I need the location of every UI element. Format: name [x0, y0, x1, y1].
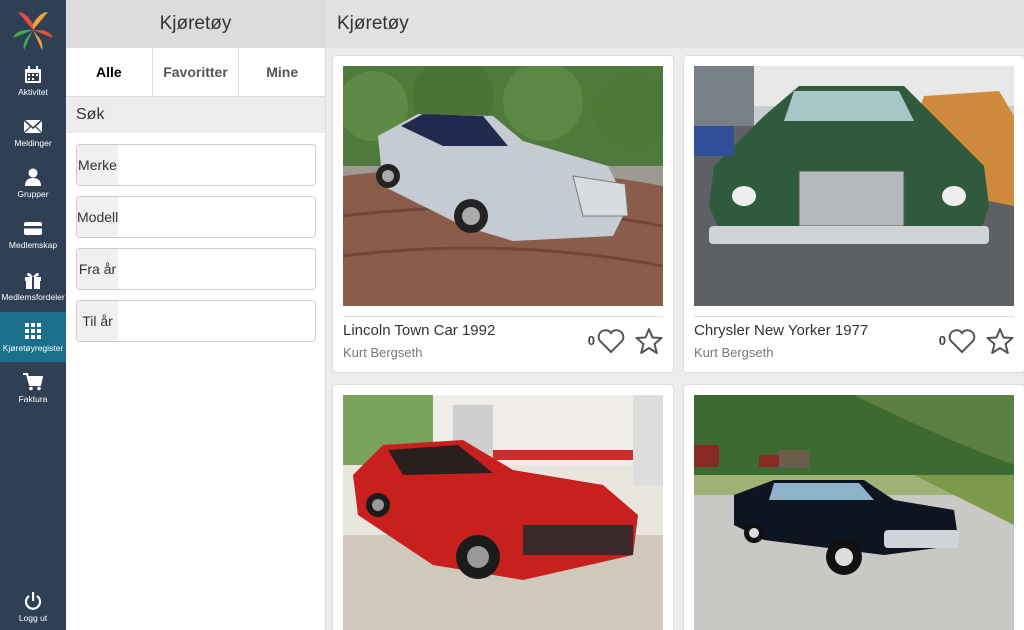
- nav-label: Kjøretøyregister: [2, 342, 64, 353]
- like-count: 0: [587, 333, 595, 348]
- vehicle-title: Lincoln Town Car 1992: [343, 322, 496, 339]
- main-nav: Aktivitet Meldinger Grupper Medlemskap M…: [0, 0, 66, 630]
- fra-ar-field: Fra år: [76, 248, 316, 290]
- vehicle-owner: Kurt Bergseth: [694, 345, 774, 360]
- vehicle-card[interactable]: Lincoln Town Car 1992 Kurt Bergseth 0: [332, 55, 674, 373]
- nav-item-medlemskap[interactable]: Medlemskap: [0, 209, 66, 259]
- nav-label: Aktivitet: [18, 86, 48, 97]
- power-icon: [24, 591, 42, 610]
- logo: [13, 12, 53, 50]
- vehicle-photo: [343, 66, 663, 306]
- panel-title: Kjøretøy: [66, 0, 325, 48]
- vehicle-card[interactable]: Chrysler New Yorker 1977 Kurt Bergseth 0: [683, 55, 1024, 373]
- vehicle-owner: Kurt Bergseth: [343, 345, 423, 360]
- merke-field: Merke: [76, 144, 316, 186]
- nav-item-grupper[interactable]: Grupper: [0, 158, 66, 208]
- heart-icon[interactable]: [948, 328, 976, 354]
- vehicle-title: Chrysler New Yorker 1977: [694, 322, 869, 339]
- page-title: Kjøretøy: [326, 0, 1024, 48]
- nav-label: Meldinger: [14, 137, 52, 148]
- nav-label: Medlemsfordeler: [1, 291, 65, 302]
- vehicle-photo: [343, 395, 663, 630]
- tab-favoritter[interactable]: Favoritter: [153, 48, 240, 96]
- merke-input[interactable]: [118, 145, 315, 185]
- vehicle-photo: [694, 66, 1014, 306]
- filter-tabs: Alle Favoritter Mine: [66, 48, 325, 97]
- modell-label: Modell: [77, 197, 119, 237]
- fra-ar-input[interactable]: [118, 249, 315, 289]
- calendar-icon: [25, 65, 41, 83]
- nav-label: Medlemskap: [8, 239, 58, 250]
- nav-label: Grupper: [17, 188, 49, 199]
- card-divider: [694, 316, 1014, 317]
- tab-mine[interactable]: Mine: [239, 48, 325, 96]
- grid-icon: [25, 322, 41, 339]
- person-icon: [25, 168, 41, 186]
- fra-ar-label: Fra år: [77, 249, 118, 289]
- nav-item-medlemsfordeler[interactable]: Medlemsfordeler: [0, 261, 66, 311]
- modell-field: Modell: [76, 196, 316, 238]
- star-icon[interactable]: [635, 327, 663, 355]
- card-icon: [24, 221, 42, 235]
- search-heading: Søk: [66, 97, 325, 133]
- cart-icon: [23, 372, 43, 390]
- til-ar-input[interactable]: [118, 301, 315, 341]
- til-ar-label: Til år: [77, 301, 118, 341]
- tab-alle[interactable]: Alle: [66, 48, 153, 96]
- nav-item-aktivitet[interactable]: Aktivitet: [0, 56, 66, 106]
- vehicle-card[interactable]: [332, 384, 674, 630]
- logout-label: Logg ut: [18, 612, 48, 623]
- heart-icon[interactable]: [597, 328, 625, 354]
- vehicle-photo: [694, 395, 1014, 630]
- vehicle-card[interactable]: [683, 384, 1024, 630]
- nav-label: Faktura: [18, 393, 48, 404]
- modell-input[interactable]: [118, 197, 315, 237]
- nav-item-meldinger[interactable]: Meldinger: [0, 107, 66, 157]
- logout-button[interactable]: Logg ut: [0, 582, 66, 630]
- gift-icon: [25, 272, 41, 289]
- til-ar-field: Til år: [76, 300, 316, 342]
- merke-label: Merke: [77, 145, 118, 185]
- card-divider: [343, 316, 663, 317]
- filter-panel: Kjøretøy Alle Favoritter Mine Søk Merke …: [66, 0, 326, 630]
- nav-item-kjoretoyregister[interactable]: Kjøretøyregister: [0, 312, 66, 362]
- envelope-icon: [23, 118, 43, 133]
- star-icon[interactable]: [986, 327, 1014, 355]
- nav-item-faktura[interactable]: Faktura: [0, 363, 66, 413]
- like-count: 0: [938, 333, 946, 348]
